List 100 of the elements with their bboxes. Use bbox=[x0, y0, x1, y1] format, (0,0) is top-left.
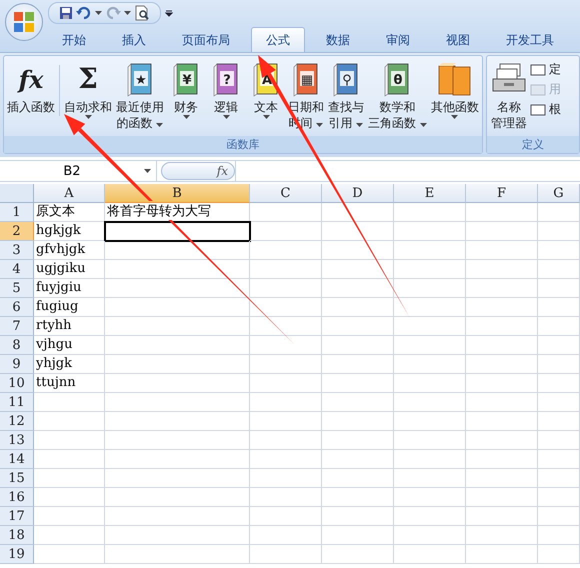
table-cell bbox=[250, 336, 322, 355]
command-icon bbox=[530, 82, 546, 96]
row-header[interactable]: 3 bbox=[0, 241, 34, 260]
column-header[interactable]: A bbox=[34, 184, 105, 203]
ribbon-tab[interactable]: 开始 bbox=[47, 27, 101, 52]
table-cell bbox=[322, 488, 394, 507]
table-cell bbox=[466, 241, 538, 260]
table-cell bbox=[34, 393, 105, 412]
table-cell bbox=[394, 431, 466, 450]
table-cell bbox=[322, 279, 394, 298]
row-header[interactable]: 13 bbox=[0, 431, 34, 450]
table-cell bbox=[322, 317, 394, 336]
save-icon[interactable] bbox=[59, 6, 73, 20]
row-header[interactable]: 15 bbox=[0, 469, 34, 488]
column-header[interactable]: E bbox=[394, 184, 466, 203]
row-header[interactable]: 14 bbox=[0, 450, 34, 469]
ribbon-tab[interactable]: 审阅 bbox=[371, 27, 425, 52]
column-header[interactable]: B bbox=[105, 184, 250, 203]
table-cell: gfvhjgk bbox=[34, 241, 105, 260]
column-header[interactable]: F bbox=[466, 184, 538, 203]
ribbon-tab[interactable]: 公式 bbox=[251, 27, 305, 52]
row-header[interactable]: 6 bbox=[0, 298, 34, 317]
ribbon-button[interactable]: 其他函数 bbox=[428, 59, 481, 136]
row-header[interactable]: 18 bbox=[0, 526, 34, 545]
table-cell bbox=[538, 526, 580, 545]
table-cell bbox=[538, 450, 580, 469]
table-cell bbox=[250, 222, 322, 241]
function-icon: fx bbox=[12, 61, 50, 97]
row-header[interactable]: 10 bbox=[0, 374, 34, 393]
row-header[interactable]: 4 bbox=[0, 260, 34, 279]
ribbon-button[interactable]: ¥ 财务 bbox=[166, 59, 206, 136]
office-button[interactable] bbox=[5, 3, 43, 41]
row-header[interactable]: 8 bbox=[0, 336, 34, 355]
table-cell bbox=[250, 241, 322, 260]
table-cell bbox=[538, 336, 580, 355]
table-cell bbox=[538, 507, 580, 526]
ribbon-small-button[interactable]: 根 bbox=[530, 101, 561, 118]
table-cell bbox=[466, 279, 538, 298]
table-cell bbox=[466, 507, 538, 526]
table-cell bbox=[394, 412, 466, 431]
table-cell bbox=[538, 317, 580, 336]
table-cell bbox=[394, 374, 466, 393]
table-cell bbox=[394, 298, 466, 317]
ribbon-tab[interactable]: 开发工具 bbox=[491, 27, 569, 52]
table-cell bbox=[34, 488, 105, 507]
customize-caret-icon[interactable] bbox=[165, 8, 173, 16]
ribbon-button[interactable]: ⚲ 查找与 引用 bbox=[326, 59, 366, 136]
row-header[interactable]: 12 bbox=[0, 412, 34, 431]
table-cell: vjhgu bbox=[34, 336, 105, 355]
row-header[interactable]: 9 bbox=[0, 355, 34, 374]
row-header[interactable]: 5 bbox=[0, 279, 34, 298]
table-cell: rtyhh bbox=[34, 317, 105, 336]
ribbon-button[interactable]: 名称 管理器 bbox=[488, 59, 530, 136]
ribbon-button[interactable]: Σ 自动求和 bbox=[62, 59, 114, 136]
table-cell bbox=[538, 393, 580, 412]
ribbon-tab[interactable]: 插入 bbox=[107, 27, 161, 52]
table-cell bbox=[250, 488, 322, 507]
table-cell bbox=[394, 241, 466, 260]
table-cell: ugjgiku bbox=[34, 260, 105, 279]
row-header[interactable]: 11 bbox=[0, 393, 34, 412]
table-cell bbox=[250, 412, 322, 431]
row-header[interactable]: 16 bbox=[0, 488, 34, 507]
column-header[interactable]: C bbox=[250, 184, 322, 203]
row-header[interactable]: 1 bbox=[0, 203, 34, 222]
table-cell bbox=[394, 222, 466, 241]
insert-function-button[interactable]: fx bbox=[161, 162, 235, 180]
row-header[interactable]: 2 bbox=[0, 222, 34, 241]
table-cell bbox=[466, 298, 538, 317]
table-cell bbox=[250, 545, 322, 564]
ribbon-button[interactable]: θ 数学和 三角函数 bbox=[366, 59, 429, 136]
table-cell bbox=[466, 222, 538, 241]
undo-icon[interactable] bbox=[76, 6, 92, 20]
ribbon-tab[interactable]: 数据 bbox=[311, 27, 365, 52]
table-cell bbox=[538, 469, 580, 488]
table-cell bbox=[538, 431, 580, 450]
ribbon-button[interactable]: ? 逻辑 bbox=[206, 59, 246, 136]
ribbon-tab[interactable]: 页面布局 bbox=[167, 27, 245, 52]
column-header[interactable]: D bbox=[322, 184, 394, 203]
ribbon-button[interactable]: ★ 最近使用 的函数 bbox=[114, 59, 166, 136]
table-cell bbox=[394, 507, 466, 526]
ribbon-tab[interactable]: 视图 bbox=[431, 27, 485, 52]
table-cell bbox=[394, 545, 466, 564]
table-cell bbox=[466, 545, 538, 564]
row-header[interactable]: 19 bbox=[0, 545, 34, 564]
table-cell bbox=[538, 488, 580, 507]
column-header[interactable]: G bbox=[538, 184, 580, 203]
table-cell bbox=[322, 431, 394, 450]
table-cell bbox=[322, 355, 394, 374]
table-cell bbox=[250, 374, 322, 393]
table-cell bbox=[394, 393, 466, 412]
table-cell bbox=[394, 469, 466, 488]
ribbon-small-button[interactable]: 定 bbox=[530, 61, 561, 78]
row-header[interactable]: 7 bbox=[0, 317, 34, 336]
table-cell: hgkjgk bbox=[34, 222, 105, 241]
ribbon-button[interactable]: fx 插入函数 bbox=[5, 59, 57, 136]
row-header[interactable]: 17 bbox=[0, 507, 34, 526]
table-cell bbox=[322, 393, 394, 412]
table-cell bbox=[538, 374, 580, 393]
print-preview-icon[interactable] bbox=[134, 4, 150, 20]
table-cell bbox=[394, 279, 466, 298]
